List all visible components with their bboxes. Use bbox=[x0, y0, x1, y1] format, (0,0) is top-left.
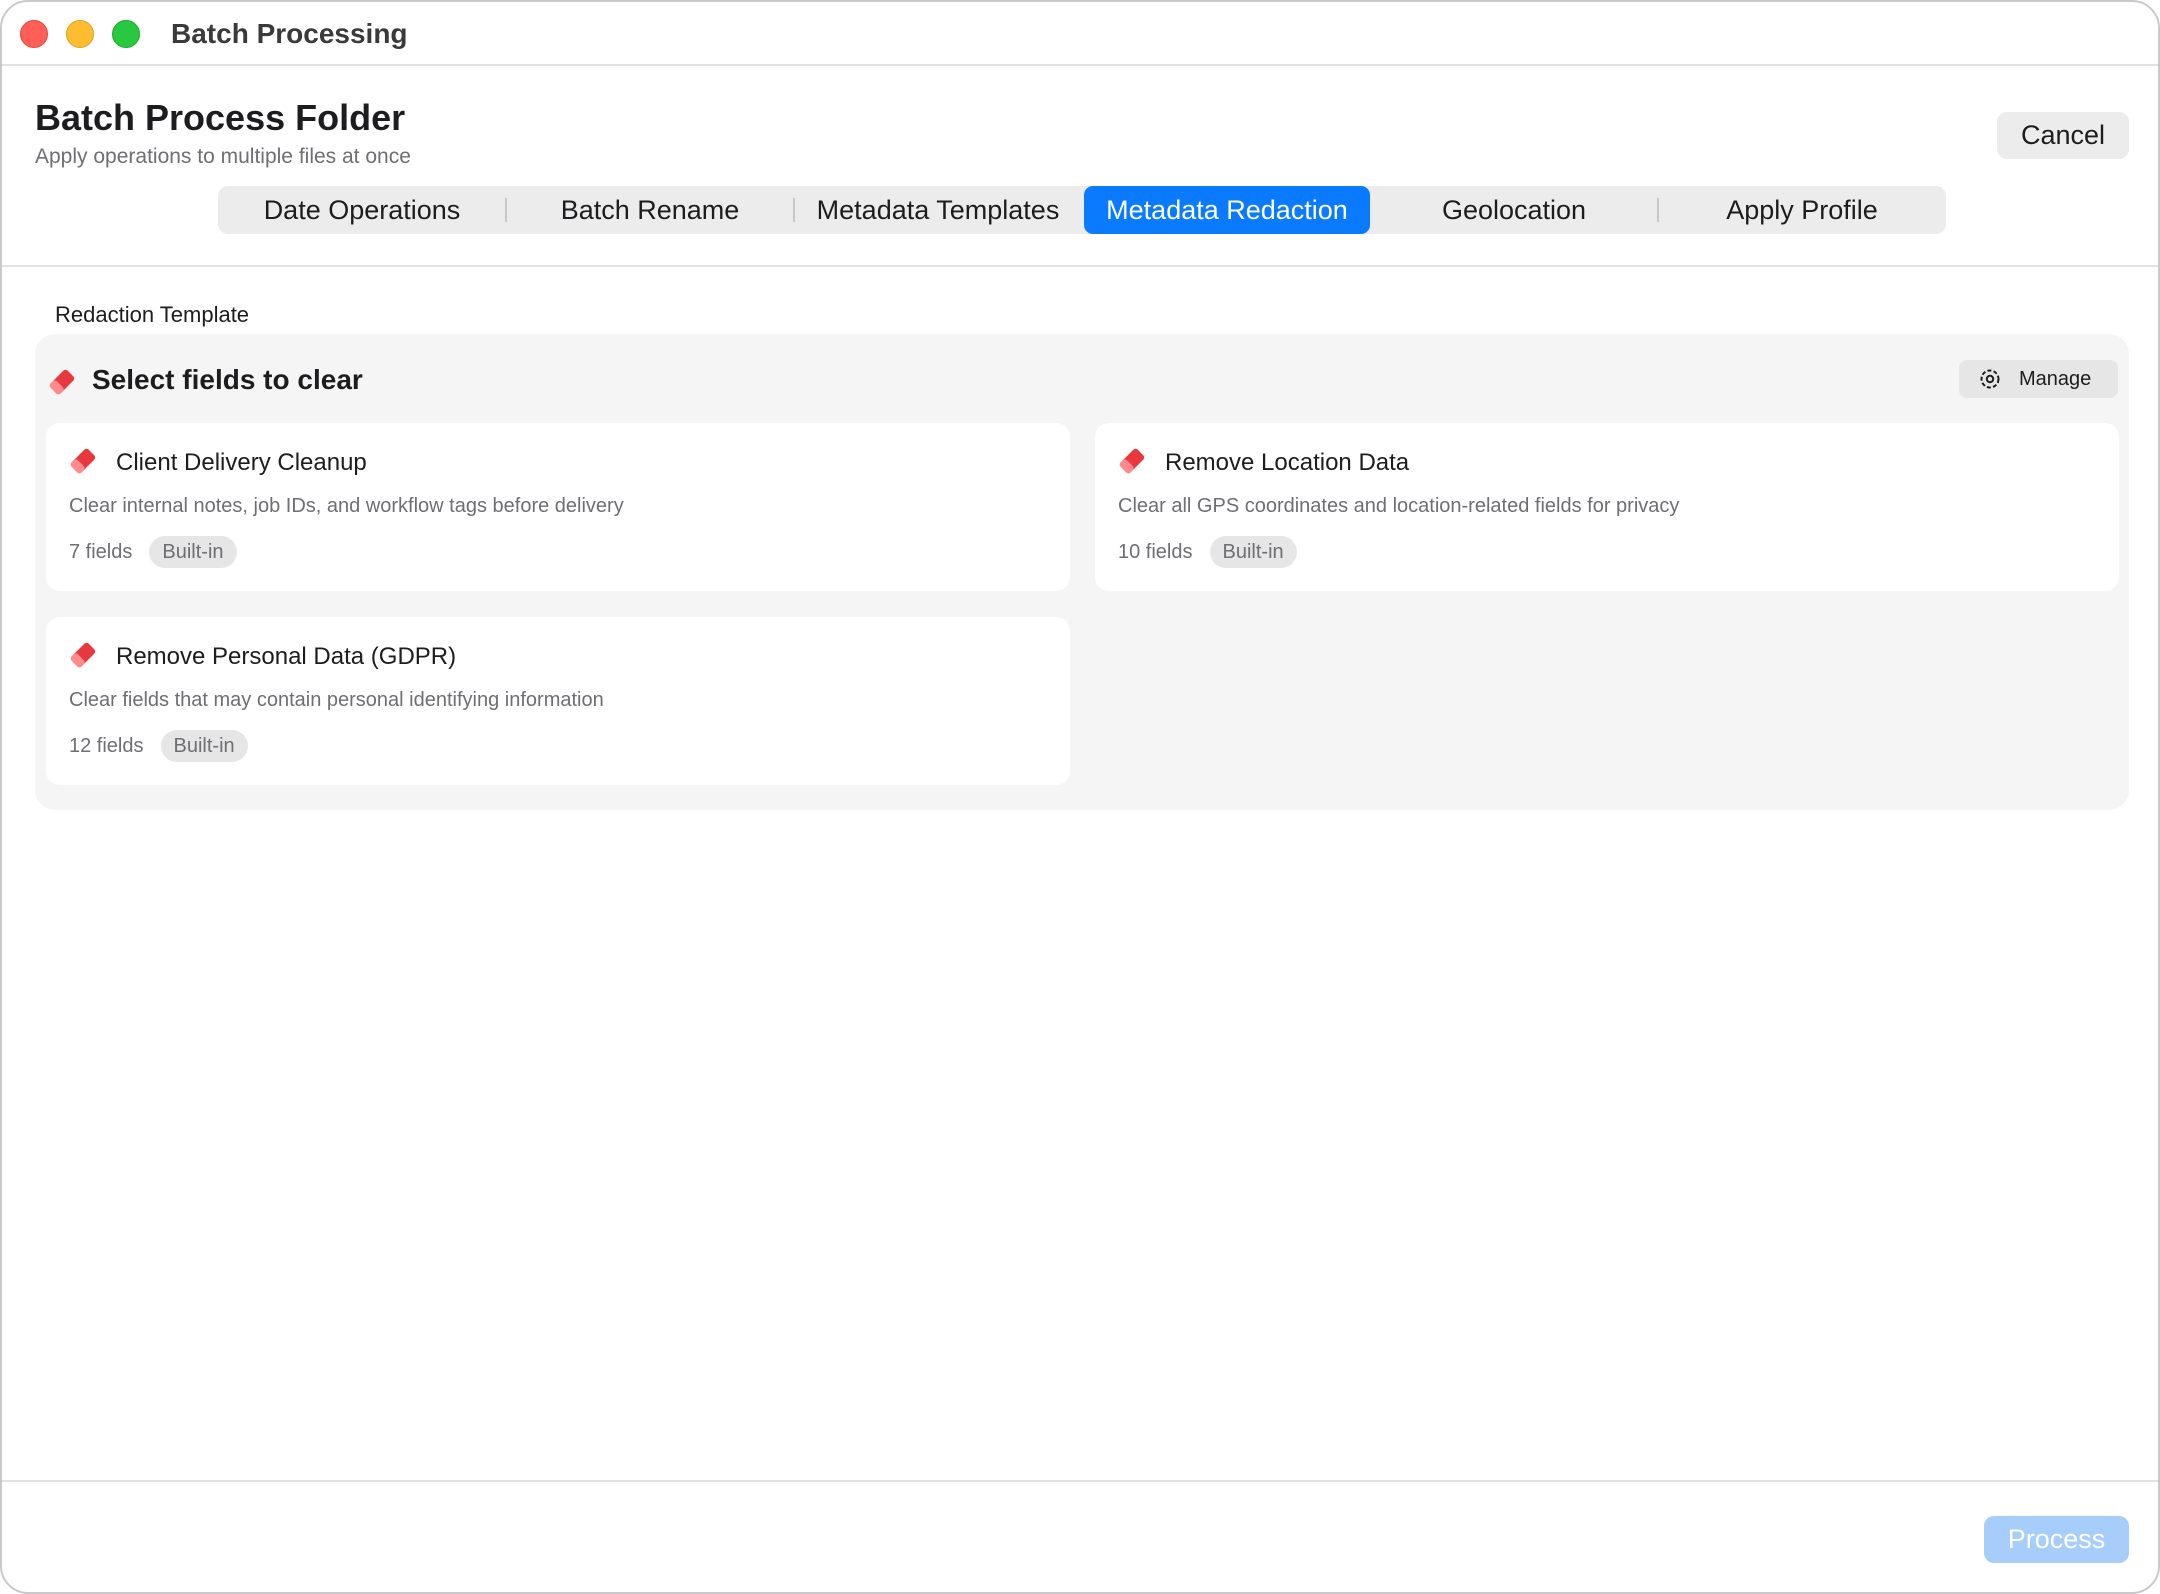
gear-icon bbox=[1979, 368, 2001, 390]
cancel-button[interactable]: Cancel bbox=[1997, 112, 2129, 159]
process-button[interactable]: Process bbox=[1984, 1516, 2129, 1563]
eraser-icon bbox=[68, 641, 98, 674]
close-window-button[interactable] bbox=[20, 20, 48, 48]
eraser-icon bbox=[47, 368, 77, 401]
window-title: Batch Processing bbox=[171, 18, 408, 49]
batch-processing-window: Batch Processing Batch Process Folder Ap… bbox=[0, 0, 2160, 1594]
eraser-icon bbox=[1117, 447, 1147, 480]
panel-title: Select fields to clear bbox=[92, 364, 363, 395]
operation-tabs: Date Operations Batch Rename Metadata Te… bbox=[218, 186, 1946, 234]
footer-divider bbox=[2, 1480, 2158, 1482]
field-count: 10 fields bbox=[1118, 540, 1193, 563]
zoom-window-button[interactable] bbox=[112, 20, 140, 48]
template-card-remove-location[interactable]: Remove Location Data Clear all GPS coord… bbox=[1095, 423, 2119, 591]
eraser-icon bbox=[68, 447, 98, 480]
manage-templates-button[interactable]: Manage bbox=[1959, 360, 2118, 398]
tab-metadata-redaction[interactable]: Metadata Redaction bbox=[1084, 186, 1370, 234]
template-description: Clear internal notes, job IDs, and workf… bbox=[69, 495, 624, 517]
tab-metadata-templates[interactable]: Metadata Templates bbox=[794, 186, 1082, 234]
template-card-client-delivery[interactable]: Client Delivery Cleanup Clear internal n… bbox=[46, 423, 1070, 591]
template-title: Remove Personal Data (GDPR) bbox=[116, 643, 457, 670]
tab-date-operations[interactable]: Date Operations bbox=[218, 186, 506, 234]
page-subtitle: Apply operations to multiple files at on… bbox=[35, 145, 411, 168]
redaction-template-panel: Select fields to clear Manage Client Del… bbox=[35, 334, 2129, 810]
template-meta: 7 fields Built-in bbox=[69, 535, 237, 569]
built-in-badge: Built-in bbox=[149, 536, 237, 568]
template-description: Clear fields that may contain personal i… bbox=[69, 689, 604, 711]
built-in-badge: Built-in bbox=[1209, 536, 1297, 568]
field-count: 7 fields bbox=[69, 540, 133, 563]
section-label: Redaction Template bbox=[55, 302, 250, 327]
template-description: Clear all GPS coordinates and location-r… bbox=[1118, 495, 1680, 517]
manage-label: Manage bbox=[2019, 367, 2092, 390]
tab-geolocation[interactable]: Geolocation bbox=[1370, 186, 1658, 234]
field-count: 12 fields bbox=[69, 734, 144, 757]
page-title: Batch Process Folder bbox=[35, 97, 406, 138]
minimize-window-button[interactable] bbox=[66, 20, 94, 48]
template-meta: 12 fields Built-in bbox=[69, 729, 248, 763]
header-divider bbox=[2, 265, 2158, 267]
built-in-badge: Built-in bbox=[160, 730, 248, 762]
template-card-remove-personal[interactable]: Remove Personal Data (GDPR) Clear fields… bbox=[46, 617, 1070, 785]
tab-apply-profile[interactable]: Apply Profile bbox=[1658, 186, 1946, 234]
template-title: Remove Location Data bbox=[1165, 449, 1410, 476]
title-bar: Batch Processing bbox=[2, 2, 2158, 66]
template-meta: 10 fields Built-in bbox=[1118, 535, 1297, 569]
template-title: Client Delivery Cleanup bbox=[116, 449, 367, 476]
tab-batch-rename[interactable]: Batch Rename bbox=[506, 186, 794, 234]
